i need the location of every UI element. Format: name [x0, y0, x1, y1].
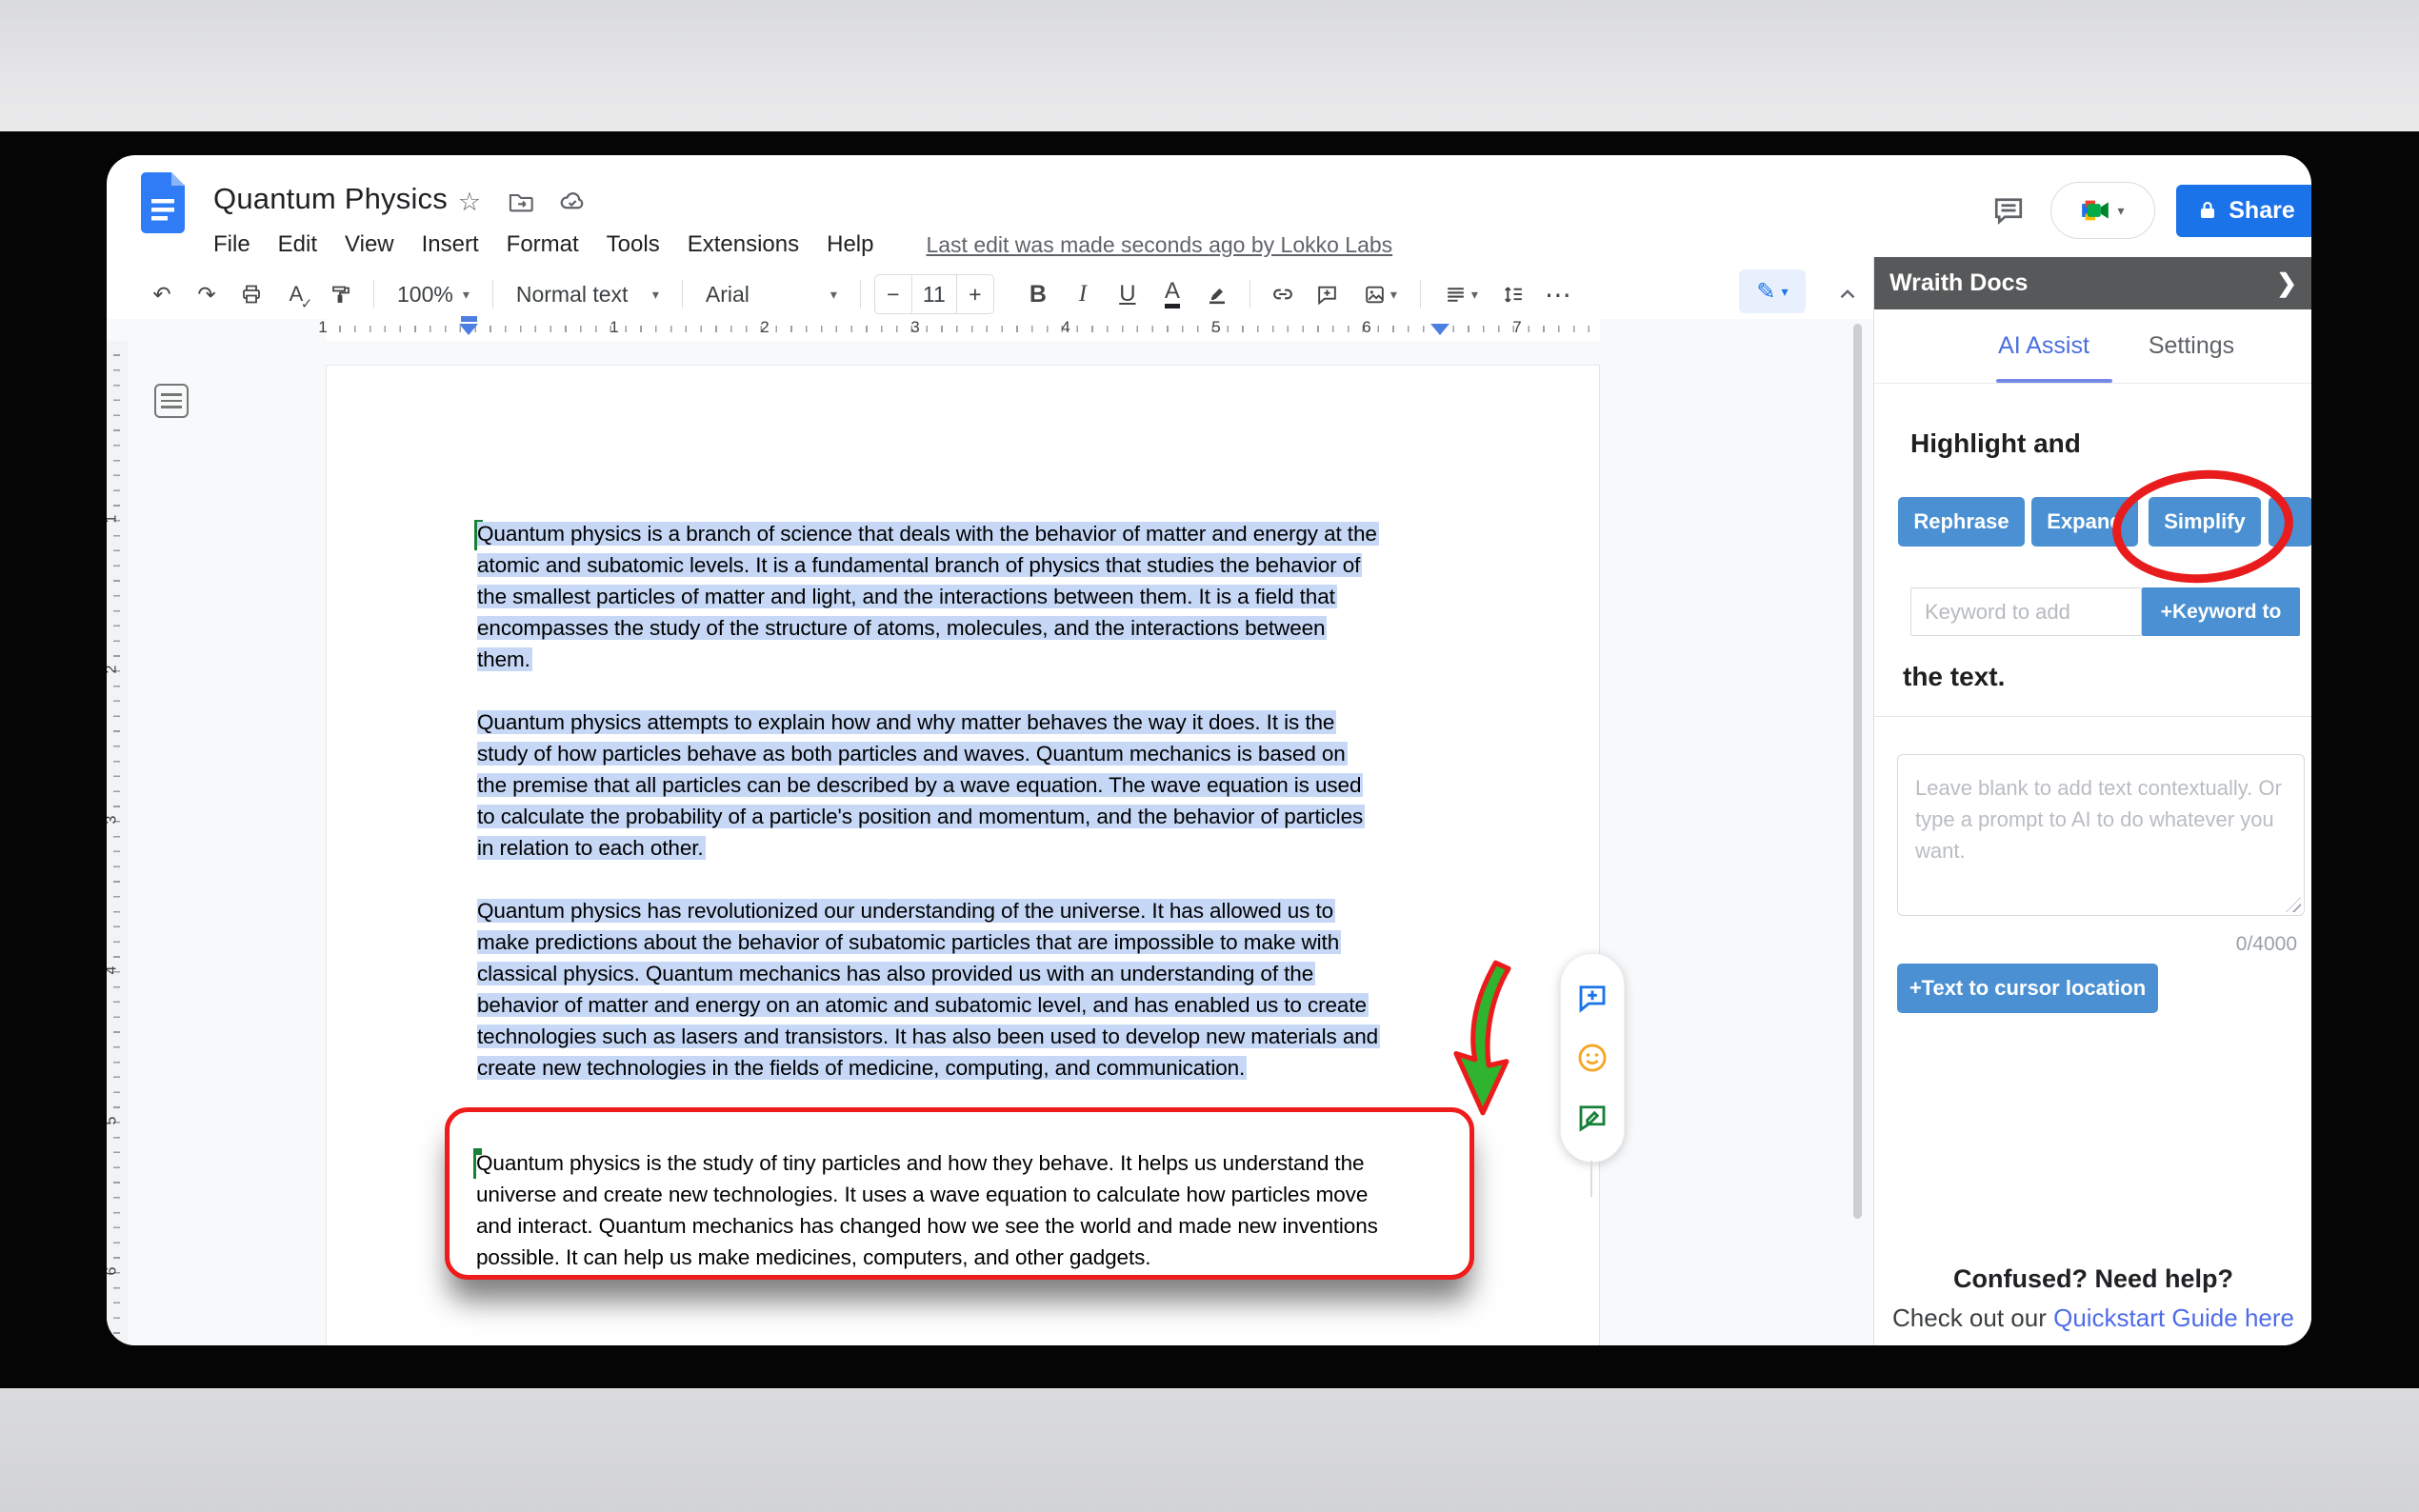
font-select[interactable]: Arial▾ [696, 282, 847, 308]
text-color-button[interactable]: A [1153, 275, 1191, 313]
document-title[interactable]: Quantum Physics [213, 182, 448, 216]
sidebar-tabs: AI Assist Settings [1874, 309, 2311, 384]
clipped-action-button[interactable] [2269, 497, 2311, 547]
vertical-ruler[interactable]: 1 2 3 4 5 6 [107, 341, 128, 1345]
insert-link-button[interactable] [1264, 275, 1302, 313]
help-heading: Confused? Need help? [1874, 1264, 2311, 1294]
pencil-icon: ✎ [1756, 278, 1775, 306]
undo-button[interactable]: ↶ [143, 275, 181, 313]
align-button[interactable]: ▾ [1434, 275, 1488, 313]
add-keyword-button[interactable]: +Keyword to [2142, 587, 2300, 636]
toolbar: ↶ ↷ A✓ 100%▾ Normal text [143, 269, 1577, 319]
editing-mode-button[interactable]: ✎▾ [1739, 269, 1806, 313]
selected-paragraph-1[interactable]: Quantum physics is a branch of science t… [477, 518, 1379, 675]
menu-file[interactable]: File [213, 231, 250, 258]
keyword-input[interactable] [1910, 587, 2142, 636]
active-tab-underline [1996, 379, 2112, 383]
wraith-docs-sidebar: Wraith Docs ❯ AI Assist Settings Highlig… [1873, 257, 2311, 1345]
the-text-label: the text. [1903, 662, 2005, 692]
font-size-value[interactable]: 11 [911, 275, 957, 313]
zoom-select[interactable]: 100%▾ [388, 282, 479, 308]
simplified-paragraph[interactable]: Quantum physics is the study of tiny par… [476, 1147, 1378, 1273]
first-line-indent-marker[interactable] [461, 316, 477, 322]
font-size-control: − 11 + [874, 274, 994, 314]
star-icon[interactable]: ☆ [455, 188, 484, 216]
rephrase-button[interactable]: Rephrase [1898, 497, 2025, 547]
quickstart-guide-link[interactable]: Quickstart Guide here [2053, 1303, 2294, 1332]
menu-view[interactable]: View [345, 231, 394, 258]
sidebar-header: Wraith Docs ❯ [1874, 257, 2311, 309]
meet-call-button[interactable]: ▾ [2050, 182, 2155, 239]
selected-paragraph-3[interactable]: Quantum physics has revolutionized our u… [477, 895, 1380, 1084]
meet-icon [2081, 198, 2109, 223]
backdrop-top [0, 0, 2419, 131]
insert-image-button[interactable]: ▾ [1353, 275, 1407, 313]
sidebar-title: Wraith Docs [1889, 269, 2028, 297]
suggest-edits-icon[interactable] [1575, 1101, 1609, 1135]
document-scrollbar[interactable] [1853, 324, 1862, 1219]
highlight-heading: Highlight and [1910, 428, 2081, 459]
comment-history-icon[interactable] [1988, 189, 2029, 231]
line-spacing-button[interactable] [1494, 275, 1532, 313]
move-folder-icon[interactable] [507, 188, 535, 216]
selection-actions-pill [1560, 953, 1625, 1163]
google-docs-window: Quantum Physics ☆ File Edit View Insert … [107, 155, 2311, 1345]
selected-paragraph-2[interactable]: Quantum physics attempts to explain how … [477, 706, 1365, 864]
cloud-status-icon[interactable] [558, 188, 587, 216]
simplify-button[interactable]: Simplify [2149, 497, 2261, 547]
menu-edit[interactable]: Edit [278, 231, 317, 258]
right-indent-marker[interactable] [1430, 324, 1449, 335]
sidebar-close-icon[interactable]: ❯ [2276, 269, 2297, 298]
share-button[interactable]: Share [2176, 185, 2311, 237]
add-comment-button[interactable] [1309, 275, 1347, 313]
highlight-color-button[interactable] [1198, 275, 1236, 313]
backdrop-bottom [0, 1388, 2419, 1512]
char-counter: 0/4000 [2236, 933, 2297, 956]
help-footer: Confused? Need help? Check out our Quick… [1874, 1264, 2311, 1333]
ai-prompt-textarea[interactable] [1897, 754, 2305, 916]
google-docs-logo-icon[interactable] [141, 172, 185, 233]
decrease-font-button[interactable]: − [875, 275, 911, 313]
menu-bar: File Edit View Insert Format Tools Exten… [213, 231, 1392, 258]
more-options-button[interactable]: ⋯ [1539, 275, 1577, 313]
print-button[interactable] [232, 275, 270, 313]
menu-extensions[interactable]: Extensions [688, 231, 799, 258]
tab-settings[interactable]: Settings [2149, 332, 2234, 360]
left-indent-marker[interactable] [459, 324, 478, 335]
tab-ai-assist[interactable]: AI Assist [1998, 332, 2089, 360]
sidebar-divider [1874, 716, 2311, 717]
menu-tools[interactable]: Tools [607, 231, 660, 258]
increase-font-button[interactable]: + [957, 275, 993, 313]
add-comment-icon[interactable] [1575, 981, 1609, 1015]
emoji-reaction-icon[interactable] [1575, 1041, 1609, 1075]
redo-button[interactable]: ↷ [188, 275, 226, 313]
pill-connector [1590, 1161, 1592, 1197]
italic-button[interactable]: I [1064, 275, 1102, 313]
annotation-arrow-icon [1444, 958, 1522, 1120]
help-line: Check out our Quickstart Guide here [1874, 1303, 2311, 1333]
document-outline-icon[interactable] [154, 384, 189, 418]
hide-menus-button[interactable] [1827, 273, 1869, 315]
underline-button[interactable]: U [1109, 275, 1147, 313]
bold-button[interactable]: B [1019, 275, 1057, 313]
last-edit-link[interactable]: Last edit was made seconds ago by Lokko … [926, 232, 1392, 258]
menu-insert[interactable]: Insert [422, 231, 479, 258]
simplified-text-annotation-box: Quantum physics is the study of tiny par… [445, 1107, 1474, 1280]
paragraph-style-select[interactable]: Normal text▾ [507, 282, 669, 308]
horizontal-ruler[interactable]: 1 1 2 3 4 5 6 7 [107, 316, 1873, 341]
screen: Quantum Physics ☆ File Edit View Insert … [0, 0, 2419, 1512]
menu-format[interactable]: Format [507, 231, 579, 258]
menu-help[interactable]: Help [827, 231, 873, 258]
spell-check-button[interactable]: A✓ [277, 275, 315, 313]
lock-icon [2196, 199, 2219, 222]
text-to-cursor-button[interactable]: +Text to cursor location [1897, 964, 2158, 1013]
expand-button[interactable]: Expand [2031, 497, 2138, 547]
meet-dropdown-arrow[interactable]: ▾ [2117, 203, 2124, 219]
paint-format-button[interactable] [322, 275, 360, 313]
